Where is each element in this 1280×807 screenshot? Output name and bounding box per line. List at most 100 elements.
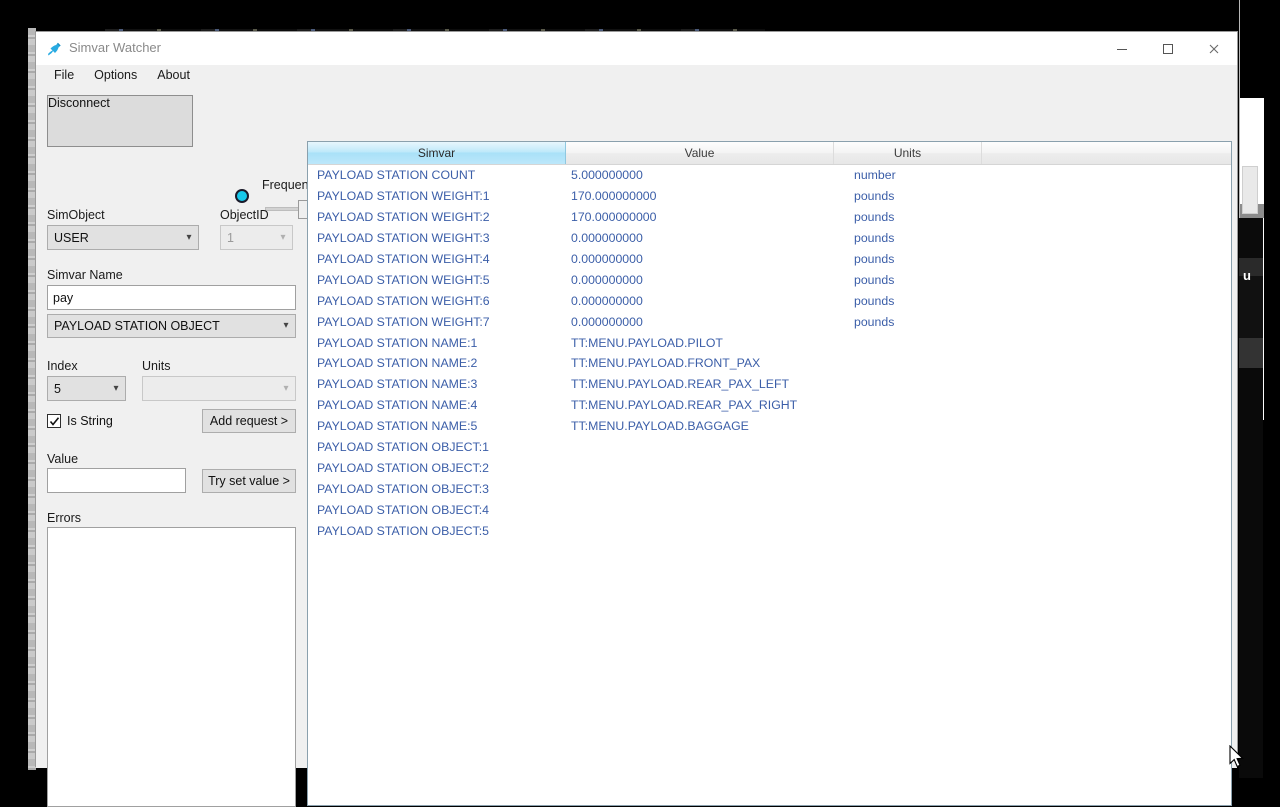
simvar-suggestion-select[interactable]: PAYLOAD STATION OBJECT ▾ [47,314,296,338]
cell-value: 5.000000000 [571,168,643,183]
table-row[interactable]: PAYLOAD STATION NAME:4 TT:MENU.PAYLOAD.RE… [308,395,1231,416]
table-row[interactable]: PAYLOAD STATION WEIGHT:5 0.000000000 pound… [308,269,1231,290]
cell-value: TT:MENU.PAYLOAD.PILOT [571,335,723,350]
cell-simvar: PAYLOAD STATION WEIGHT:3 [317,231,490,246]
menu-about[interactable]: About [147,66,200,84]
background-right-text: u [1243,268,1251,283]
chevron-down-icon: ▾ [283,320,289,331]
table-row[interactable]: PAYLOAD STATION OBJECT:3 [308,478,1231,499]
simvar-name-input[interactable]: pay [47,285,296,310]
index-value: 5 [54,381,61,396]
simobject-select[interactable]: USER ▾ [47,225,199,250]
index-select[interactable]: 5 ▾ [47,376,126,401]
column-header-units[interactable]: Units [834,142,982,164]
table-row[interactable]: PAYLOAD STATION WEIGHT:2 170.000000000 pou… [308,207,1231,228]
table-row[interactable]: PAYLOAD STATION NAME:5 TT:MENU.PAYLOAD.BA… [308,416,1231,437]
cell-value: 0.000000000 [571,314,643,329]
errors-textarea[interactable] [47,527,296,807]
table-row[interactable]: PAYLOAD STATION NAME:1 TT:MENU.PAYLOAD.PI… [308,332,1231,353]
cell-simvar: PAYLOAD STATION OBJECT:5 [317,523,489,538]
menu-options[interactable]: Options [84,66,147,84]
table-row[interactable]: PAYLOAD STATION COUNT 5.000000000 number [308,165,1231,186]
chevron-down-icon: ▾ [283,382,289,394]
cell-value: TT:MENU.PAYLOAD.FRONT_PAX [571,356,761,371]
cell-units: pounds [854,293,895,308]
menu-file[interactable]: File [44,66,84,84]
checkbox-box[interactable] [47,414,61,428]
minimize-button[interactable] [1099,32,1145,65]
column-header-filler[interactable] [982,142,1231,164]
cell-units: number [854,168,896,183]
simvar-name-label: Simvar Name [47,268,123,282]
add-request-button[interactable]: Add request > [202,409,296,433]
objectid-select[interactable]: 1 ▾ [220,225,293,250]
cell-simvar: PAYLOAD STATION OBJECT:4 [317,502,489,517]
simobject-label: SimObject [47,208,105,222]
column-header-simvar[interactable]: Simvar [308,142,566,164]
cell-value: 0.000000000 [571,272,643,287]
connection-led-icon [235,189,249,203]
cell-value: 170.000000000 [571,189,657,204]
cell-simvar: PAYLOAD STATION NAME:2 [317,356,478,371]
table-row[interactable]: PAYLOAD STATION WEIGHT:4 0.000000000 pound… [308,249,1231,270]
value-input[interactable] [47,468,186,493]
cell-simvar: PAYLOAD STATION OBJECT:1 [317,440,489,455]
cell-simvar: PAYLOAD STATION WEIGHT:4 [317,252,490,266]
left-control-panel: Disconnect Frequency SimObject USER ▾ Ob… [36,84,336,807]
cell-simvar: PAYLOAD STATION NAME:3 [317,377,478,392]
mouse-cursor [1229,744,1247,774]
cell-value: TT:MENU.PAYLOAD.REAR_PAX_LEFT [571,377,789,392]
simvar-suggestion-value: PAYLOAD STATION OBJECT [54,319,220,333]
table-row[interactable]: PAYLOAD STATION OBJECT:4 [308,499,1231,520]
value-label: Value [47,452,79,466]
cell-simvar: PAYLOAD STATION WEIGHT:2 [317,210,490,225]
plug-icon [45,40,63,58]
cell-value: 170.000000000 [571,210,657,225]
objectid-value: 1 [227,230,234,245]
cell-units: pounds [854,314,895,329]
table-row[interactable]: PAYLOAD STATION WEIGHT:6 0.000000000 pound… [308,290,1231,311]
cell-simvar: PAYLOAD STATION NAME:4 [317,398,478,413]
objectid-label: ObjectID [220,208,269,222]
is-string-label: Is String [67,414,113,428]
window-title: Simvar Watcher [69,40,161,55]
window-controls [1099,32,1237,65]
menu-bar: File Options About [36,65,1237,84]
try-set-value-button[interactable]: Try set value > [202,469,296,493]
cell-units: pounds [854,210,895,225]
table-body: PAYLOAD STATION COUNT 5.000000000 number PA… [308,165,1231,541]
table-row[interactable]: PAYLOAD STATION OBJECT:2 [308,457,1231,478]
errors-label: Errors [47,511,82,525]
cell-units: pounds [854,189,895,204]
column-header-value[interactable]: Value [566,142,834,164]
cell-units: pounds [854,272,895,287]
units-label: Units [142,359,171,373]
cell-simvar: PAYLOAD STATION OBJECT:3 [317,481,489,496]
close-button[interactable] [1191,32,1237,65]
cell-simvar: PAYLOAD STATION COUNT [317,168,476,183]
cell-simvar: PAYLOAD STATION NAME:1 [317,335,478,350]
table-row[interactable]: PAYLOAD STATION NAME:2 TT:MENU.PAYLOAD.FR… [308,353,1231,374]
connect-disconnect-button[interactable]: Disconnect [47,95,193,147]
table-row[interactable]: PAYLOAD STATION WEIGHT:3 0.000000000 pound… [308,228,1231,249]
cell-simvar: PAYLOAD STATION WEIGHT:6 [317,293,490,308]
table-row[interactable]: PAYLOAD STATION NAME:3 TT:MENU.PAYLOAD.RE… [308,374,1231,395]
table-row[interactable]: PAYLOAD STATION WEIGHT:7 0.000000000 pound… [308,311,1231,332]
simobject-value: USER [54,230,89,245]
table-row[interactable]: PAYLOAD STATION WEIGHT:1 170.000000000 pou… [308,186,1231,207]
window-body: Disconnect Frequency SimObject USER ▾ Ob… [36,84,1237,807]
chevron-down-icon: ▾ [280,231,286,243]
cell-simvar: PAYLOAD STATION WEIGHT:5 [317,272,490,287]
check-icon [49,417,60,426]
cell-value: 0.000000000 [571,252,643,266]
simvar-name-value: pay [53,290,74,305]
simvar-table: Simvar Value Units PAYLOAD STATION COUNT… [307,141,1232,806]
cell-simvar: PAYLOAD STATION WEIGHT:1 [317,189,490,204]
cell-units: pounds [854,252,895,266]
units-select[interactable]: ▾ [142,376,296,401]
table-row[interactable]: PAYLOAD STATION OBJECT:5 [308,520,1231,541]
table-row[interactable]: PAYLOAD STATION OBJECT:1 [308,437,1231,458]
is-string-checkbox[interactable]: Is String [47,414,113,428]
chevron-down-icon: ▾ [186,231,192,243]
maximize-button[interactable] [1145,32,1191,65]
